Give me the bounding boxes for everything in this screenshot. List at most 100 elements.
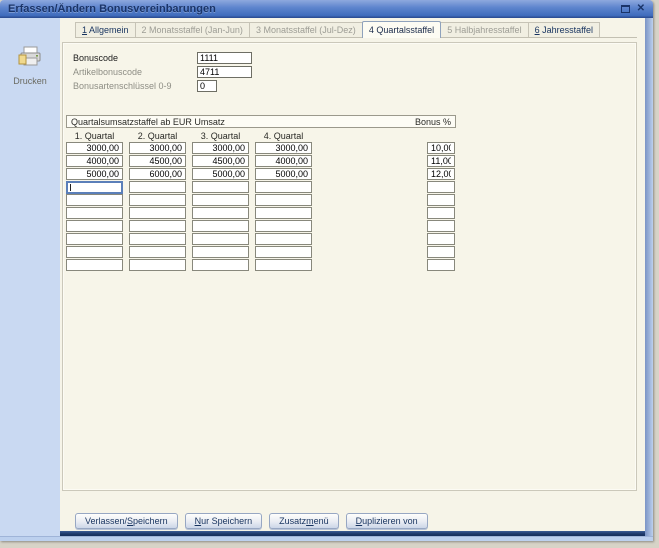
grid-cell-bonus[interactable] <box>427 181 455 193</box>
tab-label: 4 Quartalsstaffel <box>369 25 434 35</box>
print-label: Drucken <box>0 76 60 86</box>
tab-label: 2 Monatsstaffel (Jan-Jun) <box>142 25 243 35</box>
grid-cell-q3[interactable] <box>192 207 249 219</box>
tab-label: Allgemein <box>87 25 129 35</box>
nur-speichern-button[interactable]: Nur Speichern <box>185 513 263 529</box>
grid-cell-q2[interactable] <box>129 259 186 271</box>
grid-cell-bonus[interactable] <box>427 220 455 232</box>
bonus-agreements-window: Erfassen/Ändern Bonusvereinbarungen ✕ Dr… <box>0 0 653 541</box>
grid-cell-q2[interactable] <box>129 142 186 154</box>
grid-cell-q2[interactable] <box>129 181 186 193</box>
grid-cell-bonus[interactable] <box>427 233 455 245</box>
grid-cell-q3[interactable] <box>192 246 249 258</box>
grid-row-10 <box>66 259 636 272</box>
grid-cell-bonus[interactable] <box>427 168 455 180</box>
titlebar: Erfassen/Ändern Bonusvereinbarungen ✕ <box>0 0 653 18</box>
grid-cell-q1[interactable] <box>66 246 123 258</box>
grid-cell-q3[interactable] <box>192 155 249 167</box>
staffel-grid <box>66 142 636 272</box>
grid-cell-q4[interactable] <box>255 233 312 245</box>
tab-quartalsstaffel[interactable]: 4 Quartalsstaffel <box>362 21 441 38</box>
grid-cell-bonus[interactable] <box>427 155 455 167</box>
grid-cell-bonus[interactable] <box>427 207 455 219</box>
grid-cell-q3[interactable] <box>192 168 249 180</box>
col-header-q2: 2. Quartal <box>129 131 186 142</box>
grid-cell-q1[interactable] <box>66 142 123 154</box>
bonusartenschluessel-input[interactable] <box>197 80 217 92</box>
col-header-q3: 3. Quartal <box>192 131 249 142</box>
grid-cell-q1[interactable] <box>66 168 123 180</box>
grid-cell-q3[interactable] <box>192 220 249 232</box>
dialog-content: 1 Allgemein 2 Monatsstaffel (Jan-Jun) 3 … <box>60 18 645 536</box>
printer-icon <box>16 46 44 68</box>
grid-row-7 <box>66 220 636 233</box>
button-row: Verlassen/Speichern Nur Speichern Zusatz… <box>75 513 428 529</box>
zusatzmenue-button[interactable]: Zusatzmenü <box>269 513 339 529</box>
grid-cell-q4[interactable] <box>255 181 312 193</box>
grid-cell-q1[interactable] <box>66 259 123 271</box>
grid-cell-q3[interactable] <box>192 259 249 271</box>
grid-cell-q1[interactable] <box>66 233 123 245</box>
print-button[interactable]: Drucken <box>0 46 60 86</box>
grid-cell-q2[interactable] <box>129 168 186 180</box>
grid-row-3 <box>66 168 636 181</box>
grid-cell-q3[interactable] <box>192 181 249 193</box>
grid-cell-bonus[interactable] <box>427 259 455 271</box>
grid-row-5 <box>66 194 636 207</box>
grid-cell-q2[interactable] <box>129 246 186 258</box>
window-right-frame <box>645 18 653 536</box>
tab-monatsstaffel-jan-jun: 2 Monatsstaffel (Jan-Jun) <box>135 22 250 37</box>
grid-cell-q1[interactable] <box>66 207 123 219</box>
grid-cell-q1[interactable] <box>66 194 123 206</box>
sidebar: Drucken <box>0 18 60 536</box>
artikelbonuscode-input[interactable] <box>197 66 252 78</box>
tab-label: Jahresstaffel <box>540 25 593 35</box>
grid-row-2 <box>66 155 636 168</box>
grid-cell-q4[interactable] <box>255 194 312 206</box>
grid-cell-q4[interactable] <box>255 246 312 258</box>
grid-cell-bonus[interactable] <box>427 142 455 154</box>
column-headers: 1. Quartal 2. Quartal 3. Quartal 4. Quar… <box>66 131 636 142</box>
grid-cell-q4[interactable] <box>255 142 312 154</box>
grid-cell-q4[interactable] <box>255 220 312 232</box>
tab-label: 5 Halbjahresstaffel <box>447 25 521 35</box>
grid-cell-q4[interactable] <box>255 168 312 180</box>
grid-cell-q3[interactable] <box>192 142 249 154</box>
grid-cell-q1-focused[interactable] <box>66 181 123 194</box>
grid-cell-q1[interactable] <box>66 220 123 232</box>
grid-cell-q4[interactable] <box>255 259 312 271</box>
artikelbonuscode-label: Artikelbonuscode <box>73 67 197 77</box>
grid-cell-q2[interactable] <box>129 233 186 245</box>
grid-cell-q2[interactable] <box>129 220 186 232</box>
window-title: Erfassen/Ändern Bonusvereinbarungen <box>6 3 621 15</box>
grid-cell-bonus[interactable] <box>427 246 455 258</box>
bottom-separator <box>60 531 645 536</box>
tab-halbjahresstaffel: 5 Halbjahresstaffel <box>440 22 528 37</box>
verlassen-speichern-button[interactable]: Verlassen/Speichern <box>75 513 178 529</box>
grid-cell-q4[interactable] <box>255 207 312 219</box>
grid-cell-q3[interactable] <box>192 233 249 245</box>
bonus-percent-caption: Bonus % <box>415 117 451 127</box>
tab-monatsstaffel-jul-dez: 3 Monatsstaffel (Jul-Dez) <box>249 22 363 37</box>
window-bottom-frame <box>0 536 653 541</box>
tab-jahresstaffel[interactable]: 6 Jahresstaffel <box>528 22 600 37</box>
grid-cell-q2[interactable] <box>129 207 186 219</box>
grid-row-1 <box>66 142 636 155</box>
grid-cell-q1[interactable] <box>66 155 123 167</box>
tab-label: 3 Monatsstaffel (Jul-Dez) <box>256 25 356 35</box>
quartalsstaffel-panel: Bonuscode Artikelbonuscode Bonusartensch… <box>62 42 637 491</box>
grid-row-4 <box>66 181 636 194</box>
grid-cell-bonus[interactable] <box>427 194 455 206</box>
grid-cell-q4[interactable] <box>255 155 312 167</box>
grid-cell-q2[interactable] <box>129 155 186 167</box>
close-icon[interactable]: ✕ <box>637 4 645 14</box>
tab-allgemein[interactable]: 1 Allgemein <box>75 22 136 37</box>
restore-icon[interactable] <box>621 5 630 13</box>
duplizieren-von-button[interactable]: Duplizieren von <box>346 513 428 529</box>
grid-cell-q3[interactable] <box>192 194 249 206</box>
bonusartenschluessel-label: Bonusartenschlüssel 0-9 <box>73 81 197 91</box>
bonuscode-input[interactable] <box>197 52 252 64</box>
col-header-q1: 1. Quartal <box>66 131 123 142</box>
grid-cell-q2[interactable] <box>129 194 186 206</box>
grid-row-8 <box>66 233 636 246</box>
